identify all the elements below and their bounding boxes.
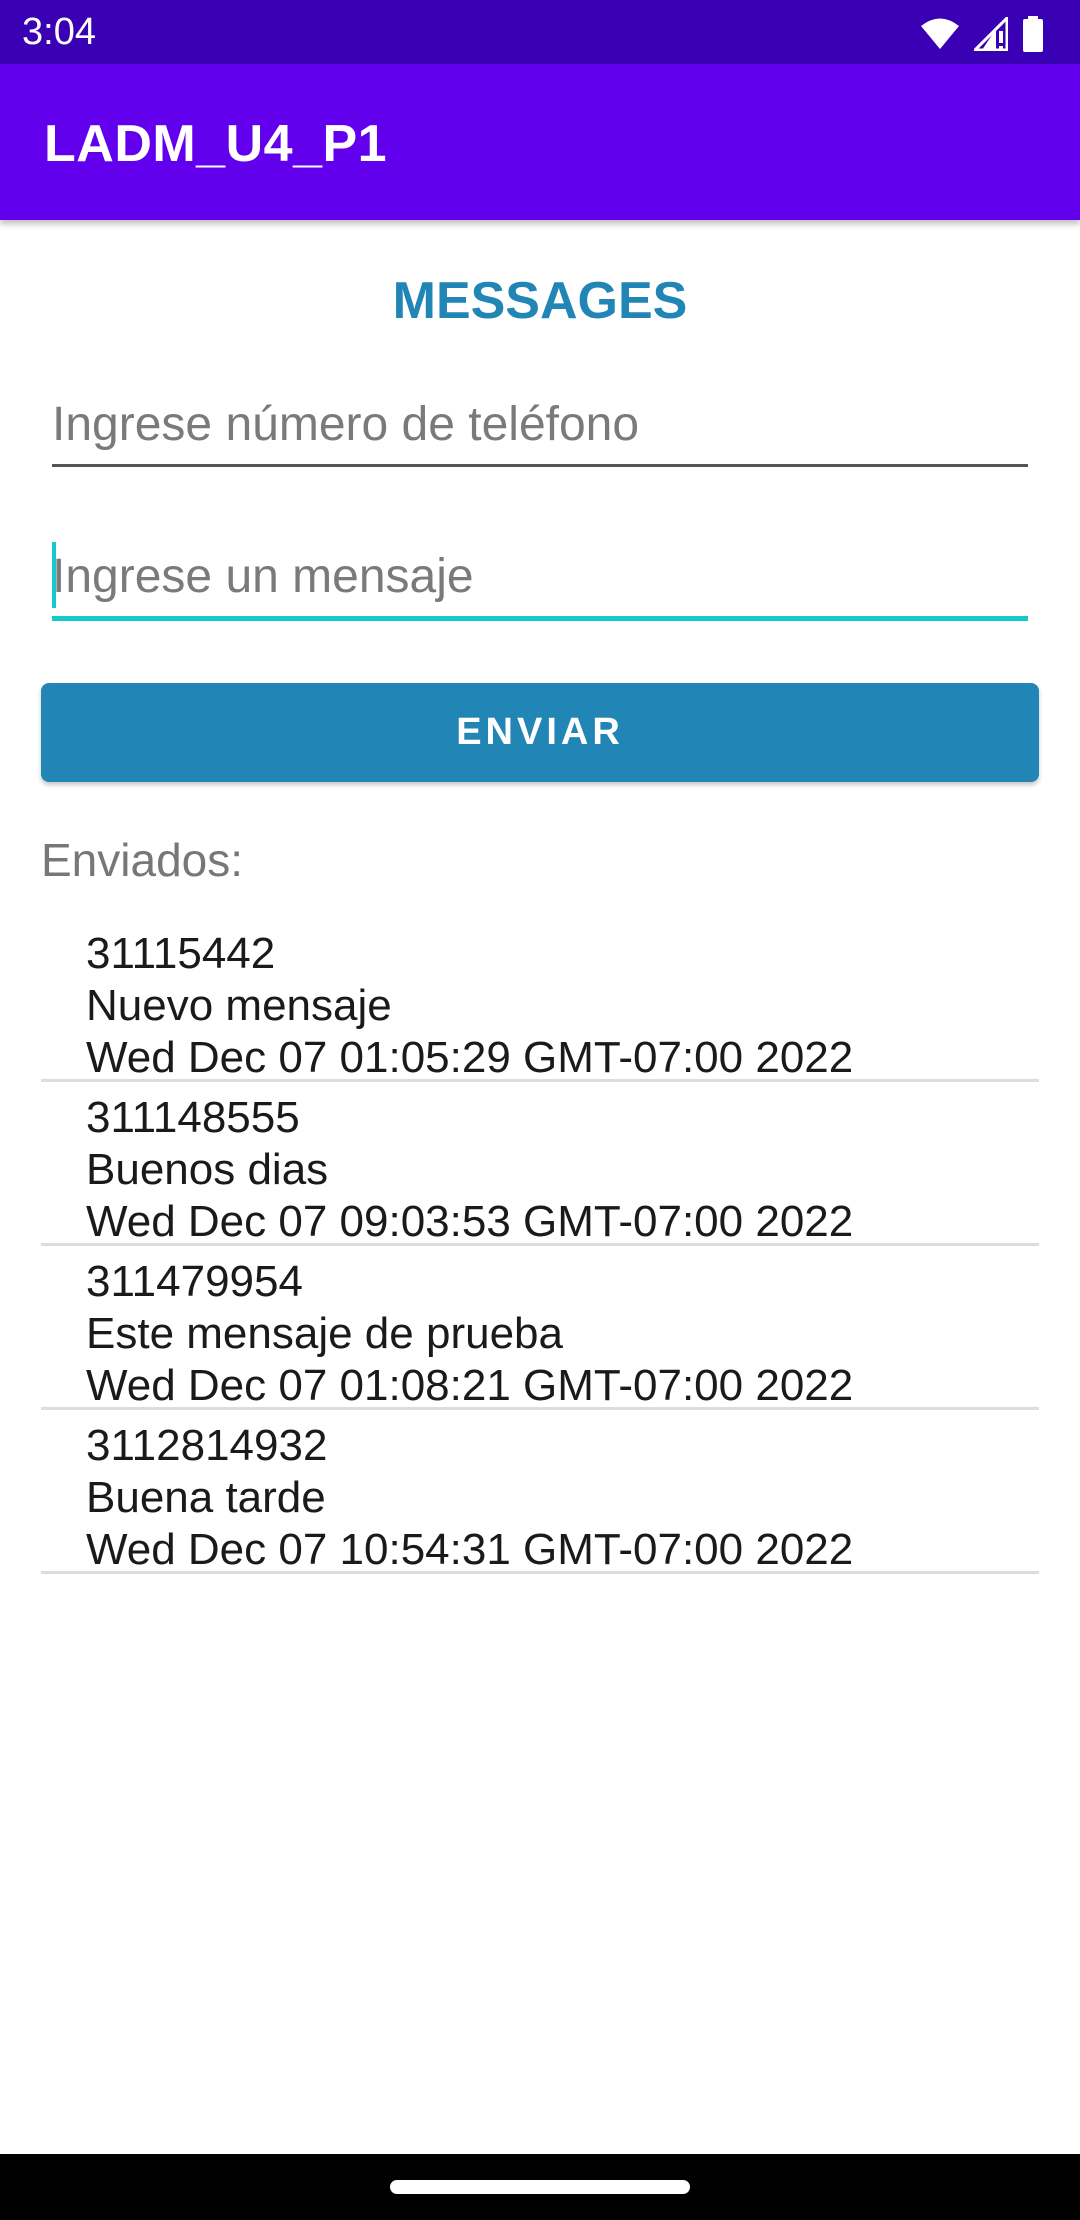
list-item[interactable]: 311479954 Este mensaje de prueba Wed Dec…	[41, 1246, 1039, 1410]
sent-item-date: Wed Dec 07 01:08:21 GMT-07:00 2022	[86, 1361, 854, 1410]
sent-item-date: Wed Dec 07 10:54:31 GMT-07:00 2022	[86, 1525, 854, 1574]
navigation-bar	[0, 2154, 1080, 2220]
sent-item-date: Wed Dec 07 01:05:29 GMT-07:00 2022	[86, 1033, 854, 1082]
sent-label: Enviados:	[41, 834, 244, 886]
home-gesture-handle[interactable]	[390, 2180, 690, 2194]
phone-number-input[interactable]	[52, 384, 1028, 467]
sent-messages-list: 31115442 Nuevo mensaje Wed Dec 07 01:05:…	[41, 918, 1039, 1574]
list-item[interactable]: 31115442 Nuevo mensaje Wed Dec 07 01:05:…	[41, 918, 1039, 1082]
text-cursor	[52, 542, 56, 608]
app-title: LADM_U4_P1	[44, 115, 388, 173]
wifi-icon	[920, 17, 960, 51]
send-button[interactable]: ENVIAR	[41, 683, 1039, 782]
status-bar: 3:04	[0, 0, 1080, 64]
app-bar: LADM_U4_P1	[0, 64, 1080, 220]
sent-item-message: Buena tarde	[86, 1473, 326, 1522]
list-item[interactable]: 311148555 Buenos dias Wed Dec 07 09:03:5…	[41, 1082, 1039, 1246]
sent-item-number: 311148555	[86, 1093, 300, 1142]
sent-item-date: Wed Dec 07 09:03:53 GMT-07:00 2022	[86, 1197, 854, 1246]
sent-item-message: Nuevo mensaje	[86, 981, 392, 1030]
status-icons	[920, 14, 1044, 54]
battery-icon	[1022, 16, 1044, 52]
message-input[interactable]	[52, 536, 1028, 621]
screen-heading: MESSAGES	[392, 272, 688, 330]
sent-item-number: 3112814932	[86, 1421, 328, 1470]
sent-item-number: 31115442	[86, 929, 276, 978]
cellular-signal-icon	[974, 17, 1008, 51]
list-item[interactable]: 3112814932 Buena tarde Wed Dec 07 10:54:…	[41, 1410, 1039, 1574]
sent-item-message: Buenos dias	[86, 1145, 329, 1194]
sent-item-number: 311479954	[86, 1257, 303, 1306]
sent-item-message: Este mensaje de prueba	[86, 1309, 563, 1358]
status-time: 3:04	[22, 11, 96, 53]
